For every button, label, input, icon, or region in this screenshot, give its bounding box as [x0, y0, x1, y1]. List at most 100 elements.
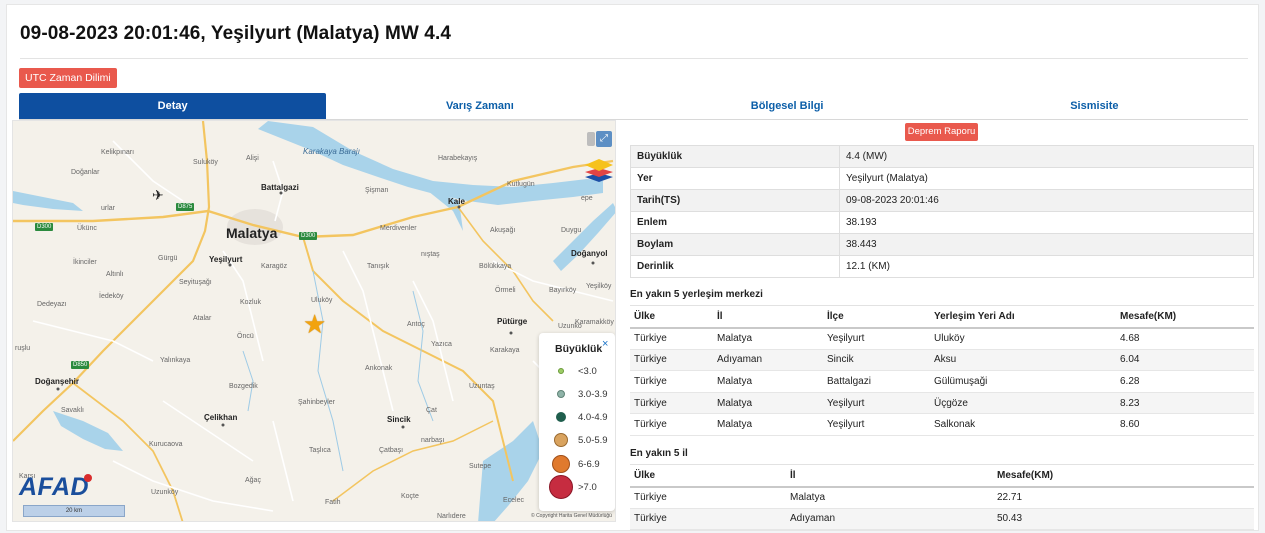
map-label: Doğanlar — [71, 169, 100, 176]
table-row: Türkiye Malatya Yeşilyurt Salkonak 8.60 — [630, 413, 1254, 436]
map-label: Koçte — [401, 493, 419, 500]
legend-item: 5.0-5.9 — [543, 430, 613, 450]
column-header: İl — [786, 464, 993, 488]
map-label: epe — [581, 195, 593, 202]
legend-item: 3.0-3.9 — [543, 384, 613, 404]
table-cell: Malatya — [713, 327, 823, 350]
info-key: Tarih(TS) — [630, 189, 840, 212]
map-label: Şişman — [365, 187, 389, 194]
legend-label: <3.0 — [578, 366, 597, 377]
tab-bar: Detay Varış Zamanı Bölgesel Bilgi Sismis… — [19, 93, 1248, 120]
tab-varis-zamani[interactable]: Varış Zamanı — [326, 93, 633, 119]
legend-label: 5.0-5.9 — [578, 435, 608, 446]
table-header: Ülke İl İlçe Yerleşim Yeri Adı Mesafe(KM… — [630, 305, 1254, 329]
map-label: Örmeli — [495, 287, 516, 294]
legend-dot — [549, 475, 573, 499]
tab-bolgesel-bilgi[interactable]: Bölgesel Bilgi — [634, 93, 941, 119]
settlements-title: En yakın 5 yerleşim merkezi — [630, 289, 763, 300]
info-value: 4.4 (MW) — [839, 145, 1254, 168]
map-label: Çatbaşı — [379, 447, 404, 454]
legend-item: 6-6.9 — [543, 454, 613, 474]
map-label: Çat — [426, 407, 437, 414]
map-label: Savaklı — [61, 407, 84, 414]
table-cell: Uluköy — [930, 327, 1116, 350]
map-label: Seyituşağı — [179, 279, 212, 286]
map-label: Şahinbeyler — [298, 399, 335, 406]
table-cell: Türkiye — [630, 486, 786, 509]
map-label: Uzunköy — [151, 489, 179, 496]
map-label: urlar — [101, 205, 116, 212]
table-cell: Yeşilyurt — [823, 327, 930, 350]
map-label: Pütürge — [497, 317, 528, 326]
legend-dot — [554, 433, 568, 447]
table-cell: Türkiye — [630, 327, 713, 350]
column-header: Ülke — [630, 305, 713, 329]
table-cell: 22.71 — [993, 486, 1254, 509]
map-label: Kelikpınarı — [101, 149, 135, 156]
layers-icon[interactable] — [583, 157, 615, 183]
tab-sismisite[interactable]: Sismisite — [941, 93, 1248, 119]
table-cell: Malatya — [713, 413, 823, 436]
map-label: Atalar — [193, 315, 212, 322]
legend-label: 3.0-3.9 — [578, 389, 608, 400]
column-header: Mesafe(KM) — [1116, 305, 1254, 329]
map-label: Yeşilköy — [586, 283, 612, 290]
map-label: Antoç — [407, 321, 425, 328]
table-row: Türkiye Adıyaman 50.43 — [630, 508, 1254, 531]
table-cell: 8.23 — [1116, 392, 1254, 415]
map-label: Taşlıca — [309, 447, 331, 454]
info-key: Yer — [630, 167, 840, 190]
map-copyright: © Copyright Harita Genel Müdürlüğü — [531, 513, 612, 519]
map-label: Ükünc — [77, 225, 97, 232]
road-shield: D300 — [35, 223, 54, 231]
column-header: İl — [713, 305, 823, 329]
expand-icon[interactable]: ⤢ — [596, 131, 612, 147]
map-label: İedeköy — [99, 293, 124, 300]
table-row: Türkiye Adıyaman Sincik Aksu 6.04 — [630, 349, 1254, 372]
road-shield: D850 — [71, 361, 90, 369]
map-toggle[interactable] — [587, 132, 595, 146]
map-label: Çelikhan — [204, 413, 238, 422]
map-label: Alişi — [246, 155, 259, 162]
table-cell: Türkiye — [630, 349, 713, 372]
table-cell: Türkiye — [630, 413, 713, 436]
map-label: Akuşağı — [490, 227, 516, 234]
utc-timezone-button[interactable]: UTC Zaman Dilimi — [19, 68, 117, 88]
epicenter-map[interactable]: Malatya Karakaya Barajı Battalgazi Yeşil… — [12, 120, 616, 522]
map-label: Karamakköy — [575, 319, 614, 326]
earthquake-report-button[interactable]: Deprem Raporu — [905, 123, 978, 141]
provinces-table: Ülke İl Mesafe(KM) Türkiye Malatya 22.71 T… — [630, 464, 1254, 531]
info-key: Derinlik — [630, 255, 840, 278]
column-header: Yerleşim Yeri Adı — [930, 305, 1116, 329]
earthquake-info-table: Büyüklük 4.4 (MW) Yer Yeşilyurt (Malatya) … — [630, 145, 1254, 278]
tab-detay[interactable]: Detay — [19, 93, 327, 119]
info-value: 38.193 — [839, 211, 1254, 234]
star-icon[interactable]: ★ — [303, 311, 326, 337]
table-row: Türkiye Malatya Battalgazi Gülümuşaği 6.28 — [630, 370, 1254, 393]
table-cell: 4.68 — [1116, 327, 1254, 350]
legend-item: 4.0-4.9 — [543, 407, 613, 427]
legend-label: 4.0-4.9 — [578, 412, 608, 423]
map-label: Sutepe — [469, 463, 492, 470]
info-row: Yer Yeşilyurt (Malatya) — [630, 167, 1254, 190]
map-label: Fatih — [325, 499, 341, 506]
table-cell: 6.28 — [1116, 370, 1254, 393]
map-scale: 20 km — [23, 505, 125, 517]
column-header: İlçe — [823, 305, 930, 329]
map-label: Karagöz — [261, 263, 288, 270]
table-cell: Battalgazi — [823, 370, 930, 393]
map-label: Dedeyazı — [37, 301, 67, 308]
table-cell: Salkonak — [930, 413, 1116, 436]
legend-item: >7.0 — [543, 475, 613, 499]
close-icon[interactable]: × — [602, 338, 608, 350]
info-row: Derinlik 12.1 (KM) — [630, 255, 1254, 278]
legend-label: >7.0 — [578, 482, 597, 493]
info-value: 12.1 (KM) — [839, 255, 1254, 278]
map-label: Merdivenler — [380, 225, 417, 232]
legend-dot — [558, 368, 564, 374]
map-label: Ecelec — [503, 497, 525, 504]
table-cell: Türkiye — [630, 392, 713, 415]
map-label: Gürgü — [158, 255, 178, 262]
legend-dot — [557, 390, 565, 398]
map-label: Uzuntaş — [469, 383, 495, 390]
